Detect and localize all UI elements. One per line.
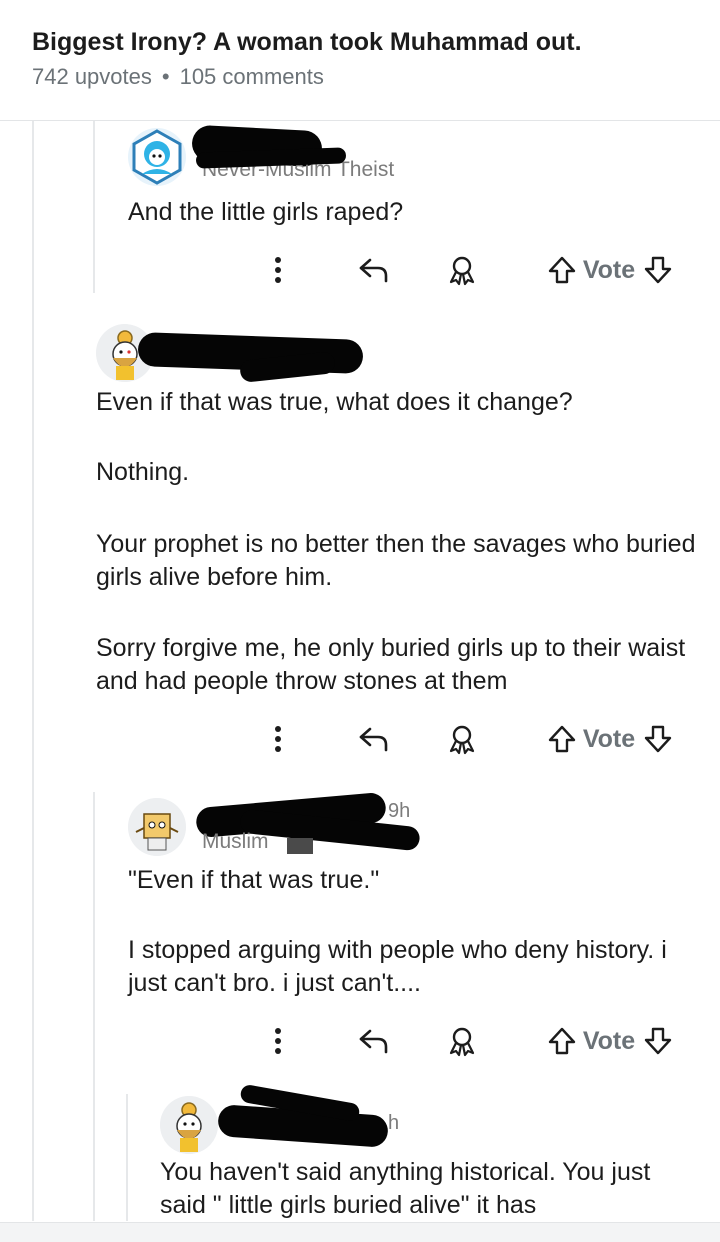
vote-control: Vote [530,1021,690,1061]
vote-label: Vote [582,724,636,753]
upvote-icon[interactable] [547,255,577,285]
award-button[interactable] [442,1021,482,1061]
avatar[interactable] [160,1096,218,1154]
comment-paragraph: You haven't said anything historical. Yo… [160,1158,651,1219]
reply-icon [359,258,388,283]
vote-control: Vote [530,250,690,290]
more-options-icon [275,257,281,283]
comment-count: 105 comments [179,64,324,89]
downvote-icon[interactable] [643,724,673,754]
upvote-icon[interactable] [547,724,577,754]
comment-paragraph: I stopped arguing with people who deny h… [128,936,667,997]
post-meta: 742 upvotes • 105 comments [32,64,324,90]
vote-label: Vote [582,1026,636,1055]
more-options-icon [275,1028,281,1054]
thread-line[interactable] [93,792,95,1221]
comment-paragraph: "Even if that was true." [128,866,380,894]
award-icon [449,1027,475,1057]
thread-line[interactable] [126,1094,128,1221]
comment-actions: Vote [262,719,682,759]
reply-icon [359,1029,388,1054]
comment-paragraph: And the little girls raped? [128,198,404,226]
reply-button[interactable] [354,1021,394,1061]
comment-body: "Even if that was true." I stopped argui… [128,864,688,1000]
comment-body: You haven't said anything historical. Yo… [160,1156,680,1222]
comment-time: 9h [388,800,411,822]
downvote-icon[interactable] [643,1026,673,1056]
reply-button[interactable] [354,250,394,290]
vote-label: Vote [582,255,636,284]
comment-body: Even if that was true, what does it chan… [96,386,696,698]
post-header: Biggest Irony? A woman took Muhammad out… [0,0,720,121]
vote-control: Vote [530,719,690,759]
comment-time: h [388,1112,400,1134]
comment-actions: Vote [262,250,682,290]
user-flair: Muslim [202,830,269,853]
upvote-icon[interactable] [547,1026,577,1056]
comment-paragraph: Nothing. [96,458,190,486]
more-options-icon [275,726,281,752]
bottom-input-bar[interactable] [0,1222,720,1242]
award-button[interactable] [442,250,482,290]
flair-emoji [287,838,313,854]
more-options-button[interactable] [262,250,294,290]
avatar[interactable] [128,798,186,856]
award-icon [449,725,475,755]
more-options-button[interactable] [262,719,294,759]
more-options-button[interactable] [262,1021,294,1061]
thread-line[interactable] [93,121,95,293]
reply-icon [359,727,388,752]
comment-actions: Vote [262,1021,682,1061]
award-button[interactable] [442,719,482,759]
meta-separator: • [161,64,170,89]
upvote-count: 742 upvotes [32,64,152,89]
comment-paragraph: Sorry forgive me, he only buried girls u… [96,634,686,695]
comment-paragraph: Even if that was true, what does it chan… [96,388,573,416]
reply-button[interactable] [354,719,394,759]
award-icon [449,256,475,286]
avatar[interactable] [128,128,186,186]
thread-line[interactable] [32,121,34,1221]
comment-body: And the little girls raped? [128,196,688,229]
comment-paragraph: Your prophet is no better then the savag… [96,530,696,591]
post-title[interactable]: Biggest Irony? A woman took Muhammad out… [32,28,582,57]
downvote-icon[interactable] [643,255,673,285]
